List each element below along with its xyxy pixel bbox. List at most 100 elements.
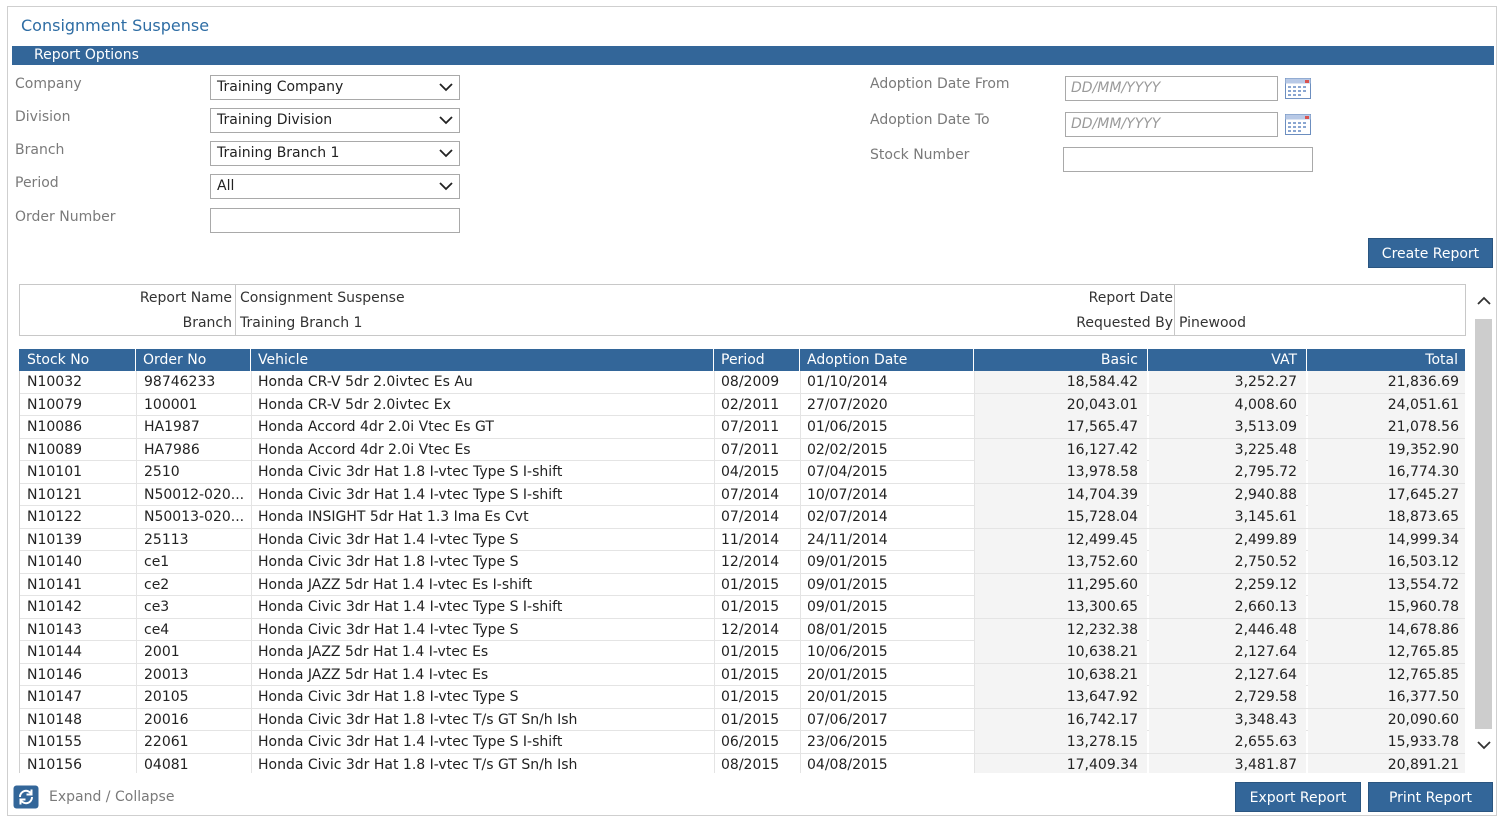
- expand-collapse-link[interactable]: Expand / Collapse: [49, 789, 174, 805]
- cell-period: 07/2014: [715, 483, 801, 506]
- table-row[interactable]: N10121 N50012-020... Honda Civic 3dr Hat 1…: [20, 483, 1465, 506]
- cell-stock-no: N10032: [20, 371, 137, 393]
- table-row[interactable]: N10032 98746233 Honda CR-V 5dr 2.0ivtec Es…: [20, 371, 1465, 394]
- cell-adoption-date: 02/02/2015: [801, 438, 975, 461]
- division-select[interactable]: Training Division: [210, 108, 460, 133]
- cell-order-no: 04081: [137, 753, 252, 773]
- column-header-vat[interactable]: VAT: [1148, 349, 1307, 371]
- cell-total: 19,352.90: [1308, 438, 1465, 461]
- cell-order-no: 98746233: [137, 371, 252, 393]
- cell-basic: 12,499.45: [975, 528, 1147, 551]
- cell-stock-no: N10155: [20, 731, 137, 753]
- order-number-input[interactable]: [210, 208, 460, 233]
- cell-vehicle: Honda Accord 4dr 2.0i Vtec Es: [252, 438, 715, 461]
- company-select[interactable]: Training Company: [210, 75, 460, 100]
- cell-adoption-date: 27/07/2020: [801, 393, 975, 416]
- table-row[interactable]: N10147 20105 Honda Civic 3dr Hat 1.8 I-vte…: [20, 686, 1465, 709]
- report-grid: Stock No Order No Vehicle Period Adoptio…: [19, 349, 1465, 773]
- table-row[interactable]: N10079 100001 Honda CR-V 5dr 2.0ivtec Ex 02…: [20, 393, 1465, 416]
- table-row[interactable]: N10089 HA7986 Honda Accord 4dr 2.0i Vtec E…: [20, 438, 1465, 461]
- cell-stock-no: N10079: [20, 393, 137, 416]
- cell-vehicle: Honda Civic 3dr Hat 1.8 I-vtec T/s GT Sn…: [252, 753, 715, 773]
- cell-vehicle: Honda Civic 3dr Hat 1.4 I-vtec Type S: [252, 528, 715, 551]
- table-row[interactable]: N10101 2510 Honda Civic 3dr Hat 1.8 I-vtec…: [20, 461, 1465, 484]
- calendar-icon[interactable]: [1284, 112, 1312, 137]
- column-header-vehicle[interactable]: Vehicle: [251, 349, 714, 371]
- cell-order-no: 2001: [137, 641, 252, 663]
- scrollbar-thumb[interactable]: [1475, 319, 1492, 729]
- branch-select[interactable]: Training Branch 1: [210, 141, 460, 166]
- cell-basic: 16,742.17: [975, 708, 1147, 731]
- cell-order-no: ce1: [137, 551, 252, 573]
- branch-label: Branch: [15, 142, 65, 158]
- chevron-up-icon[interactable]: [1476, 293, 1492, 309]
- vertical-scrollbar[interactable]: [1473, 287, 1494, 762]
- stock-number-input[interactable]: [1063, 147, 1313, 172]
- table-row[interactable]: N10139 25113 Honda Civic 3dr Hat 1.4 I-vte…: [20, 528, 1465, 551]
- cell-stock-no: N10144: [20, 641, 137, 663]
- order-number-label: Order Number: [15, 209, 116, 225]
- cell-vat: 3,252.27: [1149, 371, 1306, 393]
- cell-total: 18,873.65: [1308, 506, 1465, 528]
- cell-adoption-date: 04/08/2015: [801, 753, 975, 773]
- cell-order-no: 22061: [137, 731, 252, 753]
- export-report-button[interactable]: Export Report: [1235, 782, 1361, 812]
- cell-vat: 2,750.52: [1149, 551, 1306, 573]
- cell-period: 01/2015: [715, 596, 801, 618]
- column-header-stock-no[interactable]: Stock No: [19, 349, 136, 371]
- cell-stock-no: N10089: [20, 438, 137, 461]
- table-row[interactable]: N10148 20016 Honda Civic 3dr Hat 1.8 I-vte…: [20, 708, 1465, 731]
- column-header-adoption-date[interactable]: Adoption Date: [800, 349, 974, 371]
- cell-basic: 10,638.21: [975, 641, 1147, 663]
- table-row[interactable]: N10086 HA1987 Honda Accord 4dr 2.0i Vtec E…: [20, 416, 1465, 439]
- table-row[interactable]: N10146 20013 Honda JAZZ 5dr Hat 1.4 I-vtec…: [20, 663, 1465, 686]
- table-row[interactable]: N10155 22061 Honda Civic 3dr Hat 1.4 I-vte…: [20, 731, 1465, 754]
- division-select-value: Training Division: [217, 112, 333, 128]
- grid-header: Stock No Order No Vehicle Period Adoptio…: [19, 349, 1465, 371]
- requested-by-value: Pinewood: [1179, 315, 1246, 331]
- table-row[interactable]: N10122 N50013-020... Honda INSIGHT 5dr Hat…: [20, 506, 1465, 529]
- cell-basic: 16,127.42: [975, 438, 1147, 461]
- column-header-total[interactable]: Total: [1307, 349, 1465, 371]
- cell-vat: 2,660.13: [1149, 596, 1306, 618]
- cell-adoption-date: 09/01/2015: [801, 551, 975, 573]
- cell-order-no: 20105: [137, 686, 252, 708]
- column-header-order-no[interactable]: Order No: [136, 349, 251, 371]
- table-row[interactable]: N10141 ce2 Honda JAZZ 5dr Hat 1.4 I-vtec E…: [20, 573, 1465, 596]
- cell-adoption-date: 10/06/2015: [801, 641, 975, 663]
- period-select[interactable]: All: [210, 174, 460, 199]
- cell-adoption-date: 01/10/2014: [801, 371, 975, 393]
- cell-adoption-date: 23/06/2015: [801, 731, 975, 753]
- cell-vat: 2,259.12: [1149, 573, 1306, 596]
- chevron-down-icon[interactable]: [1476, 737, 1492, 753]
- cell-vat: 3,145.61: [1149, 506, 1306, 528]
- table-row[interactable]: N10142 ce3 Honda Civic 3dr Hat 1.4 I-vtec …: [20, 596, 1465, 619]
- table-row[interactable]: N10156 04081 Honda Civic 3dr Hat 1.8 I-vte…: [20, 753, 1465, 773]
- cell-vehicle: Honda Civic 3dr Hat 1.4 I-vtec Type S I-…: [252, 596, 715, 618]
- table-row[interactable]: N10143 ce4 Honda Civic 3dr Hat 1.4 I-vtec …: [20, 618, 1465, 641]
- table-row[interactable]: N10144 2001 Honda JAZZ 5dr Hat 1.4 I-vtec …: [20, 641, 1465, 664]
- cell-period: 12/2014: [715, 551, 801, 573]
- calendar-icon[interactable]: [1284, 76, 1312, 101]
- cell-stock-no: N10148: [20, 708, 137, 731]
- company-select-value: Training Company: [217, 79, 344, 95]
- adoption-date-to-input[interactable]: DD/MM/YYYY: [1065, 112, 1278, 137]
- column-header-period[interactable]: Period: [714, 349, 800, 371]
- adoption-date-from-input[interactable]: DD/MM/YYYY: [1065, 76, 1278, 101]
- adoption-date-to-label: Adoption Date To: [870, 112, 990, 128]
- cell-vehicle: Honda Civic 3dr Hat 1.4 I-vtec Type S I-…: [252, 483, 715, 506]
- info-divider: [235, 285, 236, 335]
- cell-adoption-date: 08/01/2015: [801, 618, 975, 641]
- print-report-button[interactable]: Print Report: [1368, 782, 1493, 812]
- report-name-value: Consignment Suspense: [240, 290, 405, 306]
- refresh-icon[interactable]: [13, 785, 39, 809]
- table-row[interactable]: N10140 ce1 Honda Civic 3dr Hat 1.8 I-vtec …: [20, 551, 1465, 574]
- cell-total: 15,933.78: [1308, 731, 1465, 753]
- cell-vat: 2,499.89: [1149, 528, 1306, 551]
- column-header-basic[interactable]: Basic: [974, 349, 1148, 371]
- cell-total: 14,678.86: [1308, 618, 1465, 641]
- create-report-button[interactable]: Create Report: [1368, 238, 1493, 268]
- cell-vehicle: Honda INSIGHT 5dr Hat 1.3 Ima Es Cvt: [252, 506, 715, 528]
- cell-vehicle: Honda JAZZ 5dr Hat 1.4 I-vtec Es: [252, 663, 715, 686]
- cell-vehicle: Honda Civic 3dr Hat 1.8 I-vtec Type S I-…: [252, 461, 715, 483]
